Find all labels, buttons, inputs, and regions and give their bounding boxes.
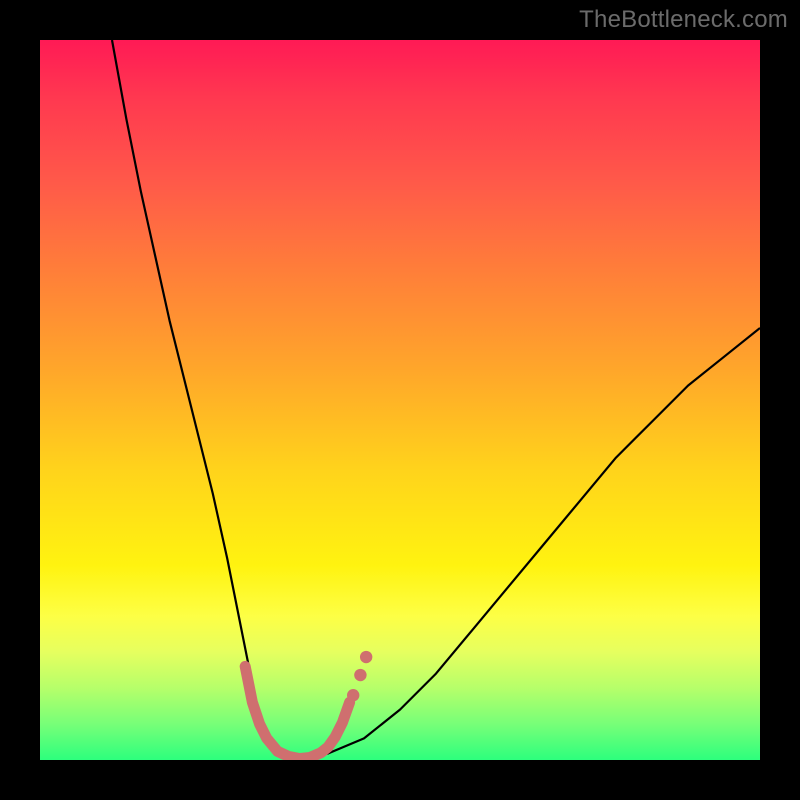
highlight-dot-3: [360, 651, 372, 663]
plot-area: [40, 40, 760, 760]
highlight-dot-1: [347, 689, 359, 701]
series-layer: [112, 40, 760, 759]
bottleneck-curve: [112, 40, 760, 759]
marker-layer: [347, 651, 372, 702]
watermark-text: TheBottleneck.com: [579, 6, 788, 34]
highlight-dot-2: [354, 669, 366, 681]
chart-frame: TheBottleneck.com: [0, 0, 800, 800]
highlight-segment: [245, 666, 349, 758]
chart-svg: [40, 40, 760, 760]
